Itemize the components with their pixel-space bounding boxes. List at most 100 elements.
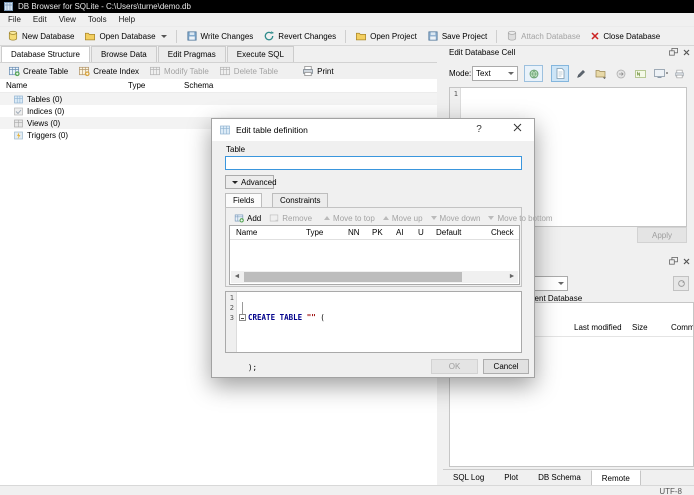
open-database-icon <box>85 32 96 41</box>
col-type: Type <box>306 228 324 237</box>
col-check: Check <box>491 228 514 237</box>
fullscreen-cell-button[interactable] <box>651 66 667 81</box>
triggers-icon <box>14 131 23 139</box>
document-icon <box>556 68 564 79</box>
revert-changes-button[interactable]: Revert Changes <box>258 28 341 45</box>
combo-arrow-icon <box>508 72 514 75</box>
move-up-button[interactable]: Move up <box>379 211 427 224</box>
sql-preview-editor[interactable]: 1 2 3 CREATE TABLE "" ( ); <box>225 291 522 372</box>
indices-icon <box>14 107 23 115</box>
move-to-bottom-button[interactable]: Move to bottom <box>484 211 556 224</box>
move-to-top-icon <box>324 215 331 220</box>
table-name-input[interactable] <box>225 156 522 170</box>
menu-tools[interactable]: Tools <box>82 13 113 26</box>
scrollbar-thumb[interactable] <box>244 272 462 282</box>
menu-edit[interactable]: Edit <box>27 13 53 26</box>
ok-button[interactable]: OK <box>431 359 478 374</box>
edit-cell-dock-title: Edit Database Cell <box>449 48 516 57</box>
close-database-button[interactable]: Close Database <box>585 28 665 45</box>
fold-marker-icon[interactable] <box>239 314 246 321</box>
tree-column-name[interactable]: Name <box>6 81 27 90</box>
sql-line-3: ); <box>239 363 258 372</box>
dialog-title: Edit table definition <box>236 125 308 135</box>
tab-fields[interactable]: Fields <box>225 193 263 207</box>
tab-db-schema[interactable]: DB Schema <box>528 470 591 486</box>
revert-changes-icon <box>265 31 275 41</box>
move-down-button[interactable]: Move down <box>427 211 485 224</box>
tab-database-structure[interactable]: Database Structure <box>1 46 90 62</box>
fold-line <box>242 302 243 314</box>
close-dock-icon[interactable] <box>683 258 690 265</box>
menu-help[interactable]: Help <box>113 13 141 26</box>
delete-table-button[interactable]: Delete Table <box>214 63 283 80</box>
app-window: DB Browser for SQLite - C:\Users\turne\d… <box>0 0 694 495</box>
print-cell-button[interactable] <box>671 66 687 81</box>
menu-file[interactable]: File <box>2 13 27 26</box>
edit-cell-edit-button[interactable] <box>573 66 589 81</box>
encoding-indicator[interactable]: UTF-8 <box>659 487 682 495</box>
tab-remote[interactable]: Remote <box>590 470 641 486</box>
remove-field-button[interactable]: Remove <box>265 211 316 224</box>
tab-sql-log[interactable]: SQL Log <box>443 470 494 486</box>
fields-grid-hscrollbar[interactable]: ◄ ► <box>231 271 518 283</box>
write-changes-button[interactable]: Write Changes <box>181 28 259 45</box>
tab-constraints[interactable]: Constraints <box>272 193 329 207</box>
new-database-button[interactable]: New Database <box>2 28 79 45</box>
print-button[interactable]: Print <box>297 63 338 80</box>
modify-table-button[interactable]: Modify Table <box>144 63 214 80</box>
auto-switch-mode-button[interactable] <box>524 65 543 82</box>
scroll-left-icon[interactable]: ◄ <box>231 271 243 283</box>
create-table-button[interactable]: Create Table <box>3 63 73 80</box>
apply-button[interactable]: Apply <box>637 227 687 243</box>
open-project-icon <box>356 32 367 41</box>
scroll-right-icon[interactable]: ► <box>506 271 518 283</box>
col-pk: PK <box>372 228 383 237</box>
open-database-dropdown-icon[interactable] <box>160 34 167 38</box>
reload-icon <box>677 280 685 287</box>
menu-view[interactable]: View <box>53 13 82 26</box>
open-project-button[interactable]: Open Project <box>350 28 422 45</box>
printer-icon <box>674 69 684 78</box>
edit-cell-dock-header: Edit Database Cell <box>443 46 694 60</box>
add-field-button[interactable]: Add <box>230 211 265 224</box>
dialog-help-button[interactable]: ? <box>466 119 492 141</box>
mode-combo[interactable]: Text <box>472 66 518 81</box>
remote-column-last-modified: Last modified <box>574 323 622 332</box>
move-to-top-button[interactable]: Move to top <box>320 211 379 224</box>
export-cell-button[interactable] <box>613 66 629 81</box>
tree-column-schema[interactable]: Schema <box>184 81 213 90</box>
create-index-button[interactable]: Create Index <box>73 63 144 80</box>
float-dock-icon[interactable] <box>669 48 678 56</box>
close-dock-icon[interactable] <box>683 49 690 56</box>
create-table-icon <box>9 66 20 77</box>
tree-column-type[interactable]: Type <box>128 81 145 90</box>
text-mode-button[interactable] <box>551 65 569 82</box>
table-name-label: Table <box>226 145 246 154</box>
tree-item-tables[interactable]: Tables (0) <box>0 93 437 105</box>
delete-table-icon <box>219 66 230 76</box>
cancel-button[interactable]: Cancel <box>483 359 529 374</box>
edit-table-dialog: Edit table definition ? Table Advanced F… <box>211 118 553 378</box>
main-tab-bar: Database Structure Browse Data Edit Prag… <box>1 46 295 62</box>
set-null-button[interactable] <box>632 66 648 81</box>
null-icon <box>634 69 646 78</box>
import-cell-button[interactable] <box>592 66 610 81</box>
tab-edit-pragmas[interactable]: Edit Pragmas <box>157 46 226 62</box>
float-dock-icon[interactable] <box>669 257 678 265</box>
attach-database-button[interactable]: Attach Database <box>501 28 585 45</box>
advanced-toggle-button[interactable]: Advanced <box>225 175 277 189</box>
attach-database-icon <box>508 30 517 41</box>
tab-plot[interactable]: Plot <box>494 470 528 486</box>
app-icon <box>4 2 13 11</box>
remote-column-size: Size <box>632 323 648 332</box>
tree-item-indices[interactable]: Indices (0) <box>0 105 437 117</box>
remote-reload-button[interactable] <box>673 276 689 291</box>
save-project-button[interactable]: Save Project <box>422 28 492 45</box>
import-file-icon <box>595 70 606 79</box>
dialog-close-button[interactable] <box>504 119 530 141</box>
tab-execute-sql[interactable]: Execute SQL <box>226 46 294 62</box>
fields-grid[interactable]: Name Type NN PK AI U Default Check ◄ ► <box>229 225 520 285</box>
open-database-button[interactable]: Open Database <box>79 28 171 45</box>
tab-browse-data[interactable]: Browse Data <box>90 46 157 62</box>
col-ai: AI <box>396 228 404 237</box>
